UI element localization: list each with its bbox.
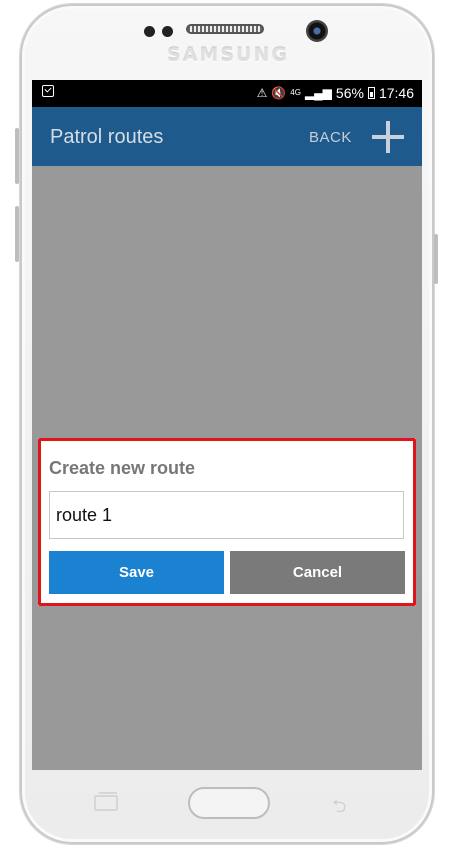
volume-down-button bbox=[15, 206, 19, 262]
clock: 17:46 bbox=[378, 85, 414, 101]
signal-icon: ▂▄▆ bbox=[304, 86, 332, 100]
sensor-dot bbox=[144, 26, 155, 37]
front-camera bbox=[306, 20, 328, 42]
network-type: 4G bbox=[290, 88, 301, 97]
recent-apps-icon[interactable] bbox=[94, 792, 118, 811]
brand-logo: SAMSUNG bbox=[167, 44, 289, 66]
sensor-dot bbox=[162, 26, 173, 37]
alert-triangle-icon: ⚠ bbox=[256, 86, 268, 100]
back-arrow-icon[interactable]: ⮌ bbox=[332, 794, 346, 824]
app-bar: Patrol routes BACK bbox=[32, 107, 422, 166]
plus-icon[interactable] bbox=[372, 121, 404, 153]
home-button[interactable] bbox=[188, 787, 270, 819]
earpiece-speaker bbox=[186, 24, 264, 34]
dialog-title: Create new route bbox=[49, 458, 196, 478]
page-title: Patrol routes bbox=[50, 126, 164, 148]
mute-icon: 🔇 bbox=[271, 86, 287, 100]
power-button bbox=[434, 234, 438, 284]
cancel-button[interactable]: Cancel bbox=[230, 551, 405, 594]
create-route-dialog: Create new route Save Cancel bbox=[38, 438, 416, 606]
back-button[interactable]: BACK bbox=[309, 129, 352, 146]
status-icons: ⚠ 🔇 4G ▂▄▆ 56% 17:46 bbox=[257, 85, 414, 101]
status-bar: ⚠ 🔇 4G ▂▄▆ 56% 17:46 bbox=[32, 80, 422, 107]
modal-overlay[interactable]: Create new route Save Cancel bbox=[32, 166, 422, 770]
volume-up-button bbox=[15, 128, 19, 184]
battery-icon bbox=[367, 87, 375, 99]
screen: ⚠ 🔇 4G ▂▄▆ 56% 17:46 Patrol routes BACK … bbox=[32, 80, 422, 770]
save-button[interactable]: Save bbox=[49, 551, 224, 594]
battery-percent: 56% bbox=[335, 85, 364, 101]
route-name-input[interactable] bbox=[49, 491, 404, 539]
checkbox-notification-icon bbox=[42, 85, 54, 97]
